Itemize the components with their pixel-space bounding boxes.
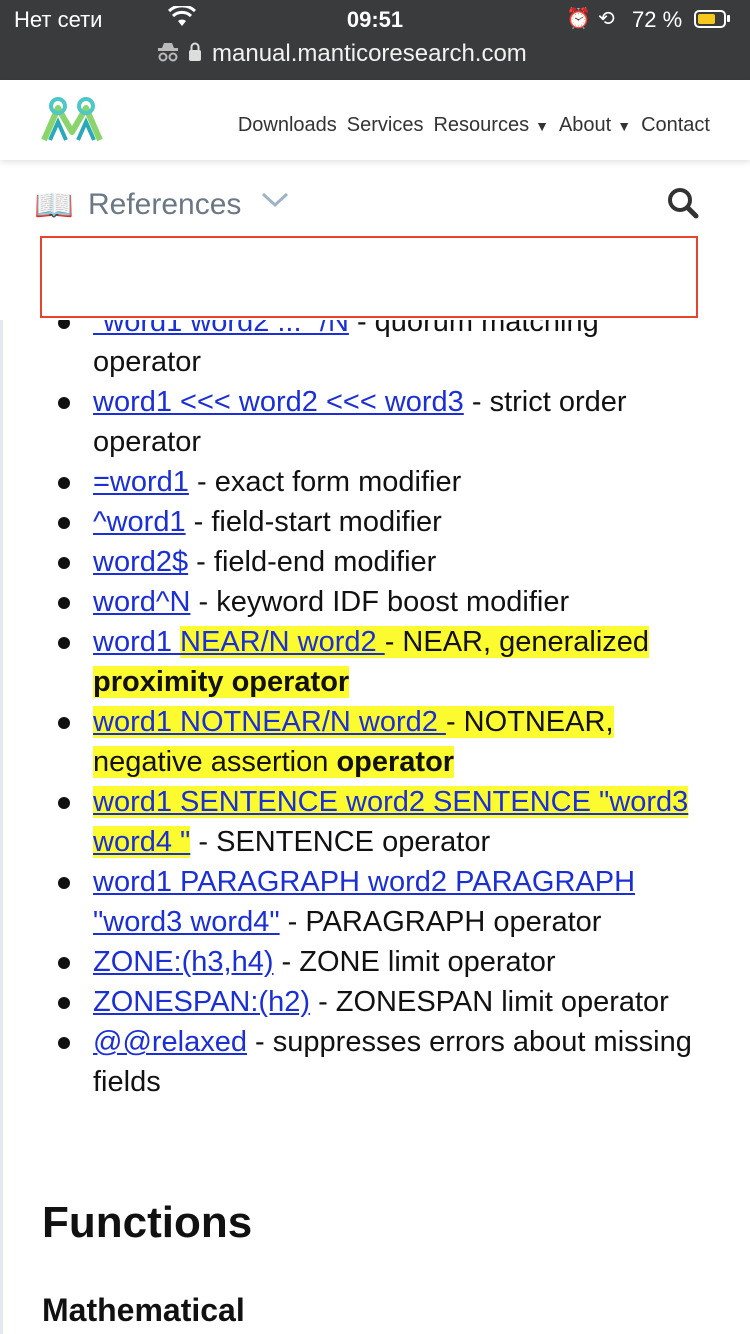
search-input[interactable] [40, 236, 698, 318]
mathematical-heading: Mathematical [42, 1292, 245, 1328]
highlighted-bold-text: proximity operator [93, 666, 350, 698]
caret-down-icon: ▼ [617, 118, 632, 134]
search-icon[interactable] [666, 186, 700, 220]
operator-desc: - keyword IDF boost modifier [190, 586, 570, 618]
status-bar: Нет сети 09:51 ⏰ ⟲ 72 % [0, 0, 750, 40]
list-item: ZONE:(h3,h4) - ZONE limit operator [58, 942, 713, 982]
operator-desc: - PARAGRAPH operator [279, 906, 602, 938]
operator-desc: - field-end modifier [188, 546, 437, 578]
operator-desc: - ZONESPAN limit operator [310, 986, 669, 1018]
url-bar[interactable]: manual.manticoresearch.com [0, 38, 750, 74]
list-item: word1 PARAGRAPH word2 PARAGRAPH "word3 w… [58, 862, 713, 942]
battery-percent: 72 % [632, 7, 683, 32]
operator-link[interactable]: @@relaxed [93, 1026, 247, 1058]
operator-desc: - SENTENCE operator [190, 826, 491, 858]
url-text: manual.manticoresearch.com [212, 40, 527, 67]
battery-icon [694, 10, 726, 28]
nav-about-label: About [558, 114, 612, 136]
nav-services[interactable]: Services [347, 114, 424, 137]
rotation-lock-icon: ⟲ [598, 8, 615, 30]
operator-link[interactable]: ZONE:(h3,h4) [93, 946, 274, 978]
chevron-down-icon[interactable] [260, 184, 290, 222]
operator-link[interactable]: word1 NOTNEAR/N word2 [93, 706, 446, 738]
nav-resources[interactable]: Resources ▼ [433, 114, 548, 137]
lock-icon [188, 42, 202, 67]
operator-desc: - exact form modifier [188, 466, 462, 498]
alarm-icon: ⏰ [566, 8, 591, 30]
list-item: word1 <<< word2 <<< word3 - strict order… [58, 382, 713, 462]
operators-list: "word1 word2 ... "/N - quorum matching o… [0, 320, 713, 1102]
nav-resources-label: Resources [433, 114, 530, 136]
site-header: Downloads Services Resources ▼ About ▼ Con… [0, 80, 750, 160]
caret-down-icon: ▼ [535, 118, 549, 134]
book-icon: 📖 [34, 187, 74, 223]
operator-link[interactable]: word1 NEAR/N word2 [93, 626, 385, 658]
operator-desc: - field-start modifier [185, 506, 442, 538]
operator-link[interactable]: =word1 [93, 466, 189, 498]
battery-fill [698, 14, 715, 24]
operator-desc: - ZONE limit operator [273, 946, 556, 978]
list-item: word1 SENTENCE word2 SENTENCE "word3 wor… [58, 782, 713, 862]
manual-content: "word1 word2 ... "/N - quorum matching o… [0, 320, 750, 1334]
incognito-icon [156, 42, 180, 68]
list-item: =word1 - exact form modifier [58, 462, 713, 502]
manticore-logo[interactable] [40, 94, 104, 144]
list-item: word1 NEAR/N word2 - NEAR, generalized p… [58, 622, 713, 702]
nav-contact[interactable]: Contact [641, 114, 710, 137]
main-nav: Downloads Services Resources ▼ About ▼ Con… [238, 114, 710, 137]
operator-link-pre: word1 [93, 626, 181, 658]
operator-link[interactable]: ZONESPAN:(h2) [93, 986, 310, 1018]
list-item: word1 NOTNEAR/N word2 - NOTNEAR, negativ… [58, 702, 713, 782]
operator-link[interactable]: ^word1 [93, 506, 186, 538]
list-item: @@relaxed - suppresses errors about miss… [58, 1022, 713, 1102]
references-dropdown[interactable]: References [88, 188, 241, 222]
operator-link[interactable]: word^N [93, 586, 190, 618]
nav-downloads[interactable]: Downloads [238, 114, 337, 137]
operator-desc: - NEAR, generalized [384, 626, 650, 658]
list-item: ZONESPAN:(h2) - ZONESPAN limit operator [58, 982, 713, 1022]
operator-link[interactable]: "word1 word2 ... "/N [93, 320, 349, 338]
operator-link[interactable]: word2$ [93, 546, 188, 578]
list-item: word^N - keyword IDF boost modifier [58, 582, 713, 622]
list-item: ^word1 - field-start modifier [58, 502, 713, 542]
list-item: "word1 word2 ... "/N - quorum matching o… [58, 320, 713, 382]
battery-tip [727, 15, 730, 22]
references-bar: 📖 References [34, 184, 714, 228]
functions-heading: Functions [42, 1198, 253, 1247]
nav-about[interactable]: About ▼ [559, 114, 631, 137]
highlighted-text: NEAR/N word2 [180, 626, 385, 658]
highlighted-bold-text: operator [336, 746, 455, 778]
list-item: word2$ - field-end modifier [58, 542, 713, 582]
browser-chrome: Нет сети 09:51 ⏰ ⟲ 72 % manual.manticore… [0, 0, 750, 80]
operator-link[interactable]: word1 <<< word2 <<< word3 [93, 386, 464, 418]
